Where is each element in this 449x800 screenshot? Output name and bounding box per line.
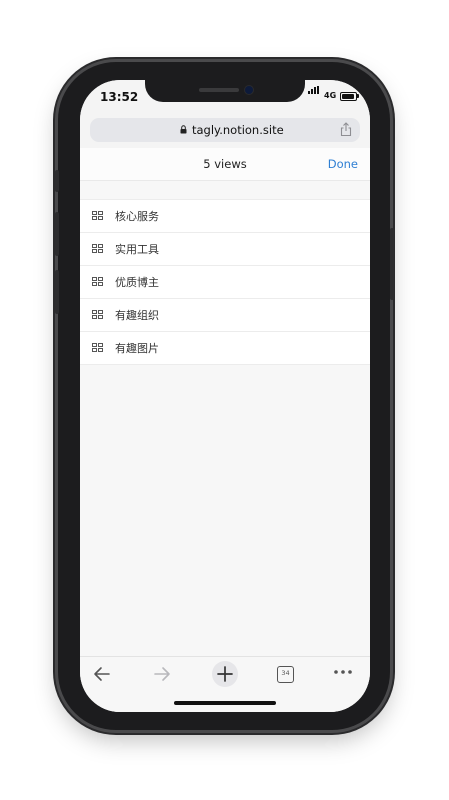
gallery-view-icon: [92, 343, 103, 352]
gallery-view-icon: [92, 244, 103, 253]
view-item-label: 优质博主: [115, 276, 159, 289]
view-item-label: 核心服务: [115, 210, 159, 223]
view-item-label: 有趣图片: [115, 342, 159, 355]
mute-switch: [55, 170, 59, 192]
view-item-label: 实用工具: [115, 243, 159, 256]
share-icon[interactable]: [340, 122, 352, 137]
more-icon[interactable]: [332, 667, 354, 677]
phone-screen: 13:52 4G tagly.notion.site 5 views Done …: [80, 80, 370, 712]
notch: [145, 80, 305, 102]
url-text: tagly.notion.site: [192, 123, 284, 137]
lock-icon: [180, 125, 187, 134]
view-item-label: 有趣组织: [115, 309, 159, 322]
views-title: 5 views: [203, 157, 247, 171]
address-bar-area: tagly.notion.site: [80, 114, 370, 149]
power-button: [390, 228, 394, 300]
views-list: 核心服务 实用工具 优质博主 有趣组织 有趣图片: [80, 199, 370, 365]
view-item-2[interactable]: 实用工具: [80, 233, 370, 266]
tabs-icon[interactable]: 34: [277, 666, 294, 683]
battery-tip: [357, 94, 359, 98]
address-bar[interactable]: tagly.notion.site: [90, 118, 360, 142]
view-item-1[interactable]: 核心服务: [80, 200, 370, 233]
view-item-5[interactable]: 有趣图片: [80, 332, 370, 365]
gallery-view-icon: [92, 310, 103, 319]
view-item-4[interactable]: 有趣组织: [80, 299, 370, 332]
volume-up-button: [55, 212, 59, 256]
gallery-view-icon: [92, 211, 103, 220]
status-time: 13:52: [100, 90, 139, 104]
home-indicator: [174, 701, 276, 705]
network-type: 4G: [324, 91, 337, 100]
forward-arrow-icon[interactable]: [152, 663, 172, 685]
speaker: [199, 88, 239, 92]
view-item-3[interactable]: 优质博主: [80, 266, 370, 299]
done-button[interactable]: Done: [328, 157, 358, 171]
gallery-view-icon: [92, 277, 103, 286]
back-arrow-icon[interactable]: [92, 663, 112, 685]
battery-icon: [340, 92, 357, 101]
views-header: 5 views Done: [80, 148, 370, 181]
front-camera: [245, 86, 253, 94]
volume-down-button: [55, 270, 59, 314]
tab-count: 34: [281, 669, 290, 677]
plus-icon[interactable]: [211, 660, 239, 688]
